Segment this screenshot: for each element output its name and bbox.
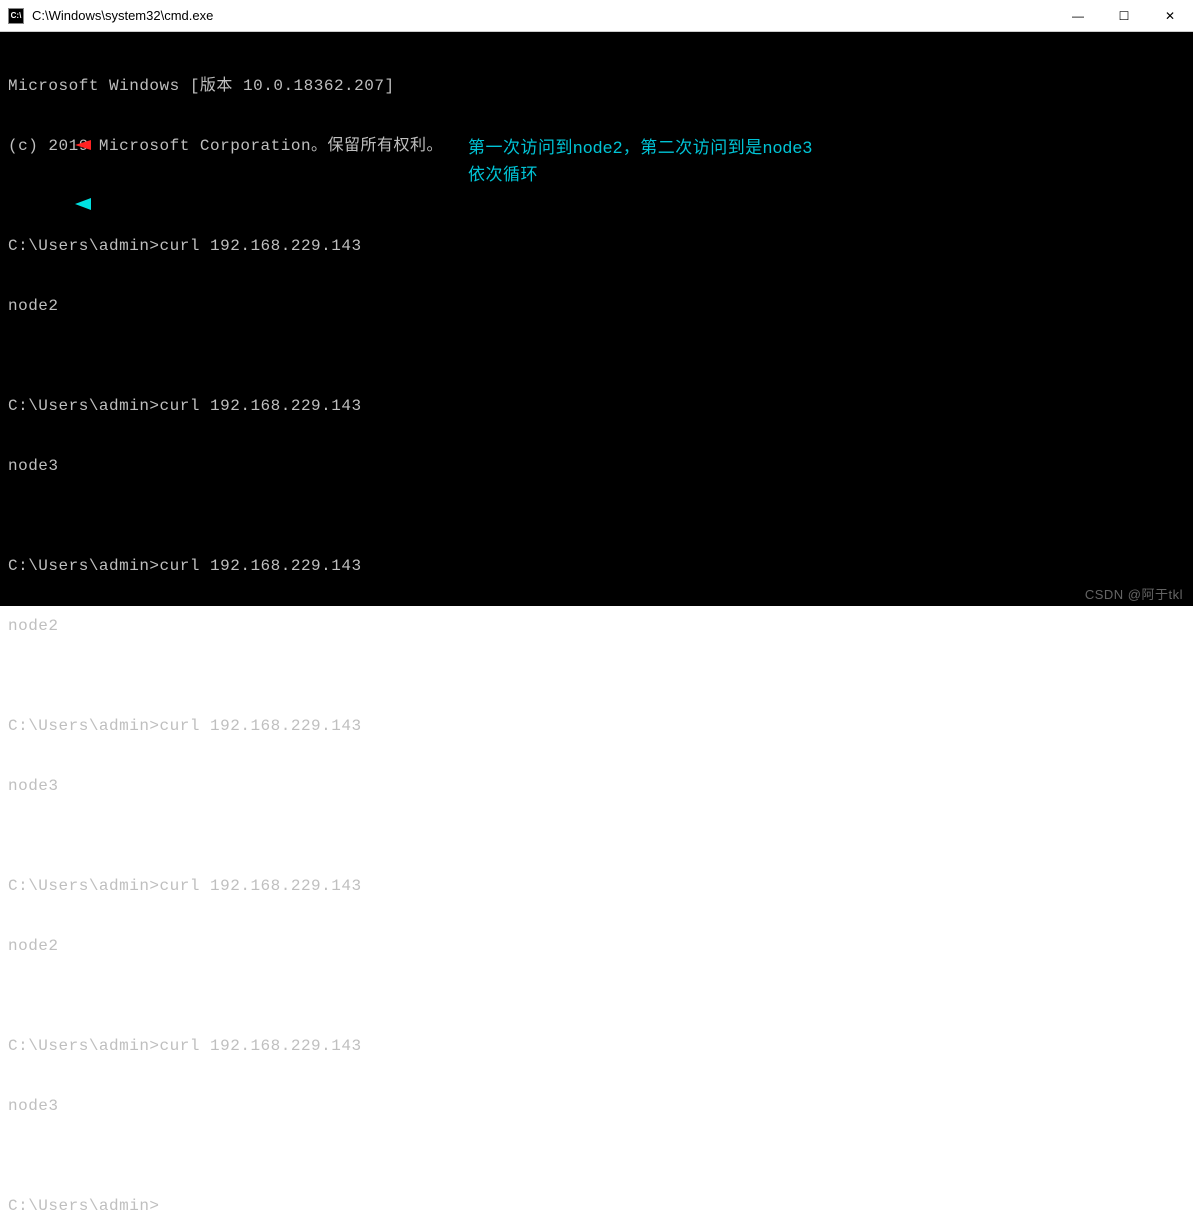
watermark-text: CSDN @阿于tkl: [1085, 587, 1183, 603]
annotation-line: 第一次访问到node2，第二次访问到是node3: [468, 134, 813, 161]
arrow-cyan-icon: [75, 197, 435, 211]
terminal-line: node3: [8, 1096, 1185, 1116]
terminal-line: node2: [8, 296, 1185, 316]
terminal-line: node3: [8, 456, 1185, 476]
window-titlebar: C:\ C:\Windows\system32\cmd.exe — ☐ ✕: [0, 0, 1193, 32]
terminal-line: C:\Users\admin>curl 192.168.229.143: [8, 876, 1185, 896]
terminal-line: C:\Users\admin>curl 192.168.229.143: [8, 716, 1185, 736]
terminal-line: node3: [8, 776, 1185, 796]
window-controls: — ☐ ✕: [1055, 0, 1193, 31]
close-button[interactable]: ✕: [1147, 0, 1193, 31]
terminal-line: C:\Users\admin>curl 192.168.229.143: [8, 556, 1185, 576]
arrow-red-icon: [75, 138, 435, 152]
terminal-line: C:\Users\admin>curl 192.168.229.143: [8, 396, 1185, 416]
minimize-button[interactable]: —: [1055, 0, 1101, 31]
annotation-text: 第一次访问到node2，第二次访问到是node3 依次循环: [468, 134, 813, 188]
cmd-icon: C:\: [8, 8, 24, 24]
terminal-line: C:\Users\admin>curl 192.168.229.143: [8, 1036, 1185, 1056]
annotation-line: 依次循环: [468, 161, 813, 188]
terminal-line: C:\Users\admin>curl 192.168.229.143: [8, 236, 1185, 256]
terminal-line: Microsoft Windows [版本 10.0.18362.207]: [8, 76, 1185, 96]
terminal-line: node2: [8, 616, 1185, 636]
terminal-line: C:\Users\admin>: [8, 1196, 1185, 1212]
terminal-area[interactable]: Microsoft Windows [版本 10.0.18362.207] (c…: [0, 32, 1193, 606]
terminal-line: node2: [8, 936, 1185, 956]
window-title: C:\Windows\system32\cmd.exe: [32, 8, 213, 23]
maximize-button[interactable]: ☐: [1101, 0, 1147, 31]
